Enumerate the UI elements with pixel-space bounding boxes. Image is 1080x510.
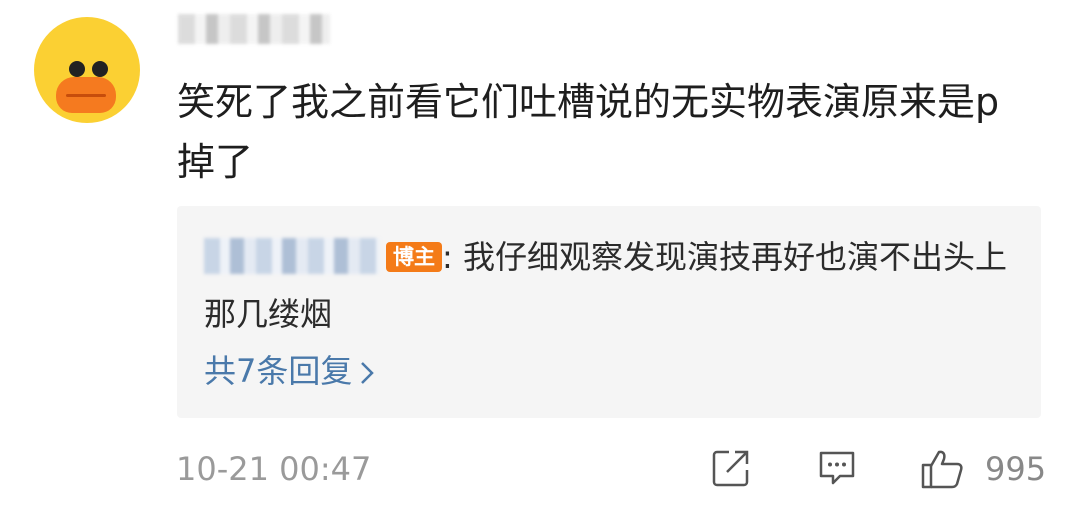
avatar-beak: [56, 77, 116, 113]
author-badge: 博主: [386, 242, 442, 272]
reply-line: 博主: 我仔细观察发现演技再好也演不出头上那几缕烟: [204, 229, 1024, 343]
like-count: 995: [985, 450, 1047, 488]
reply-preview-box[interactable]: 博主: 我仔细观察发现演技再好也演不出头上那几缕烟 共7条回复: [177, 206, 1041, 418]
more-replies-label: 共7条回复: [204, 352, 353, 390]
more-replies-link[interactable]: 共7条回复: [204, 346, 375, 396]
comment-button[interactable]: [817, 448, 857, 492]
avatar-eye: [92, 61, 108, 77]
timestamp: 10-21 00:47: [176, 450, 372, 488]
like-button[interactable]: [920, 448, 964, 494]
thumbs-up-icon: [921, 450, 963, 489]
avatar[interactable]: [34, 17, 140, 123]
reply-username-blurred[interactable]: [204, 238, 380, 274]
chevron-right-icon: [361, 362, 375, 384]
avatar-eye: [69, 61, 85, 77]
comment-icon: [819, 451, 855, 485]
comment-text: 笑死了我之前看它们吐槽说的无实物表演原来是p掉了: [177, 80, 1000, 184]
username-blurred[interactable]: [178, 14, 330, 44]
share-icon: [712, 450, 749, 487]
share-button[interactable]: [711, 448, 751, 492]
